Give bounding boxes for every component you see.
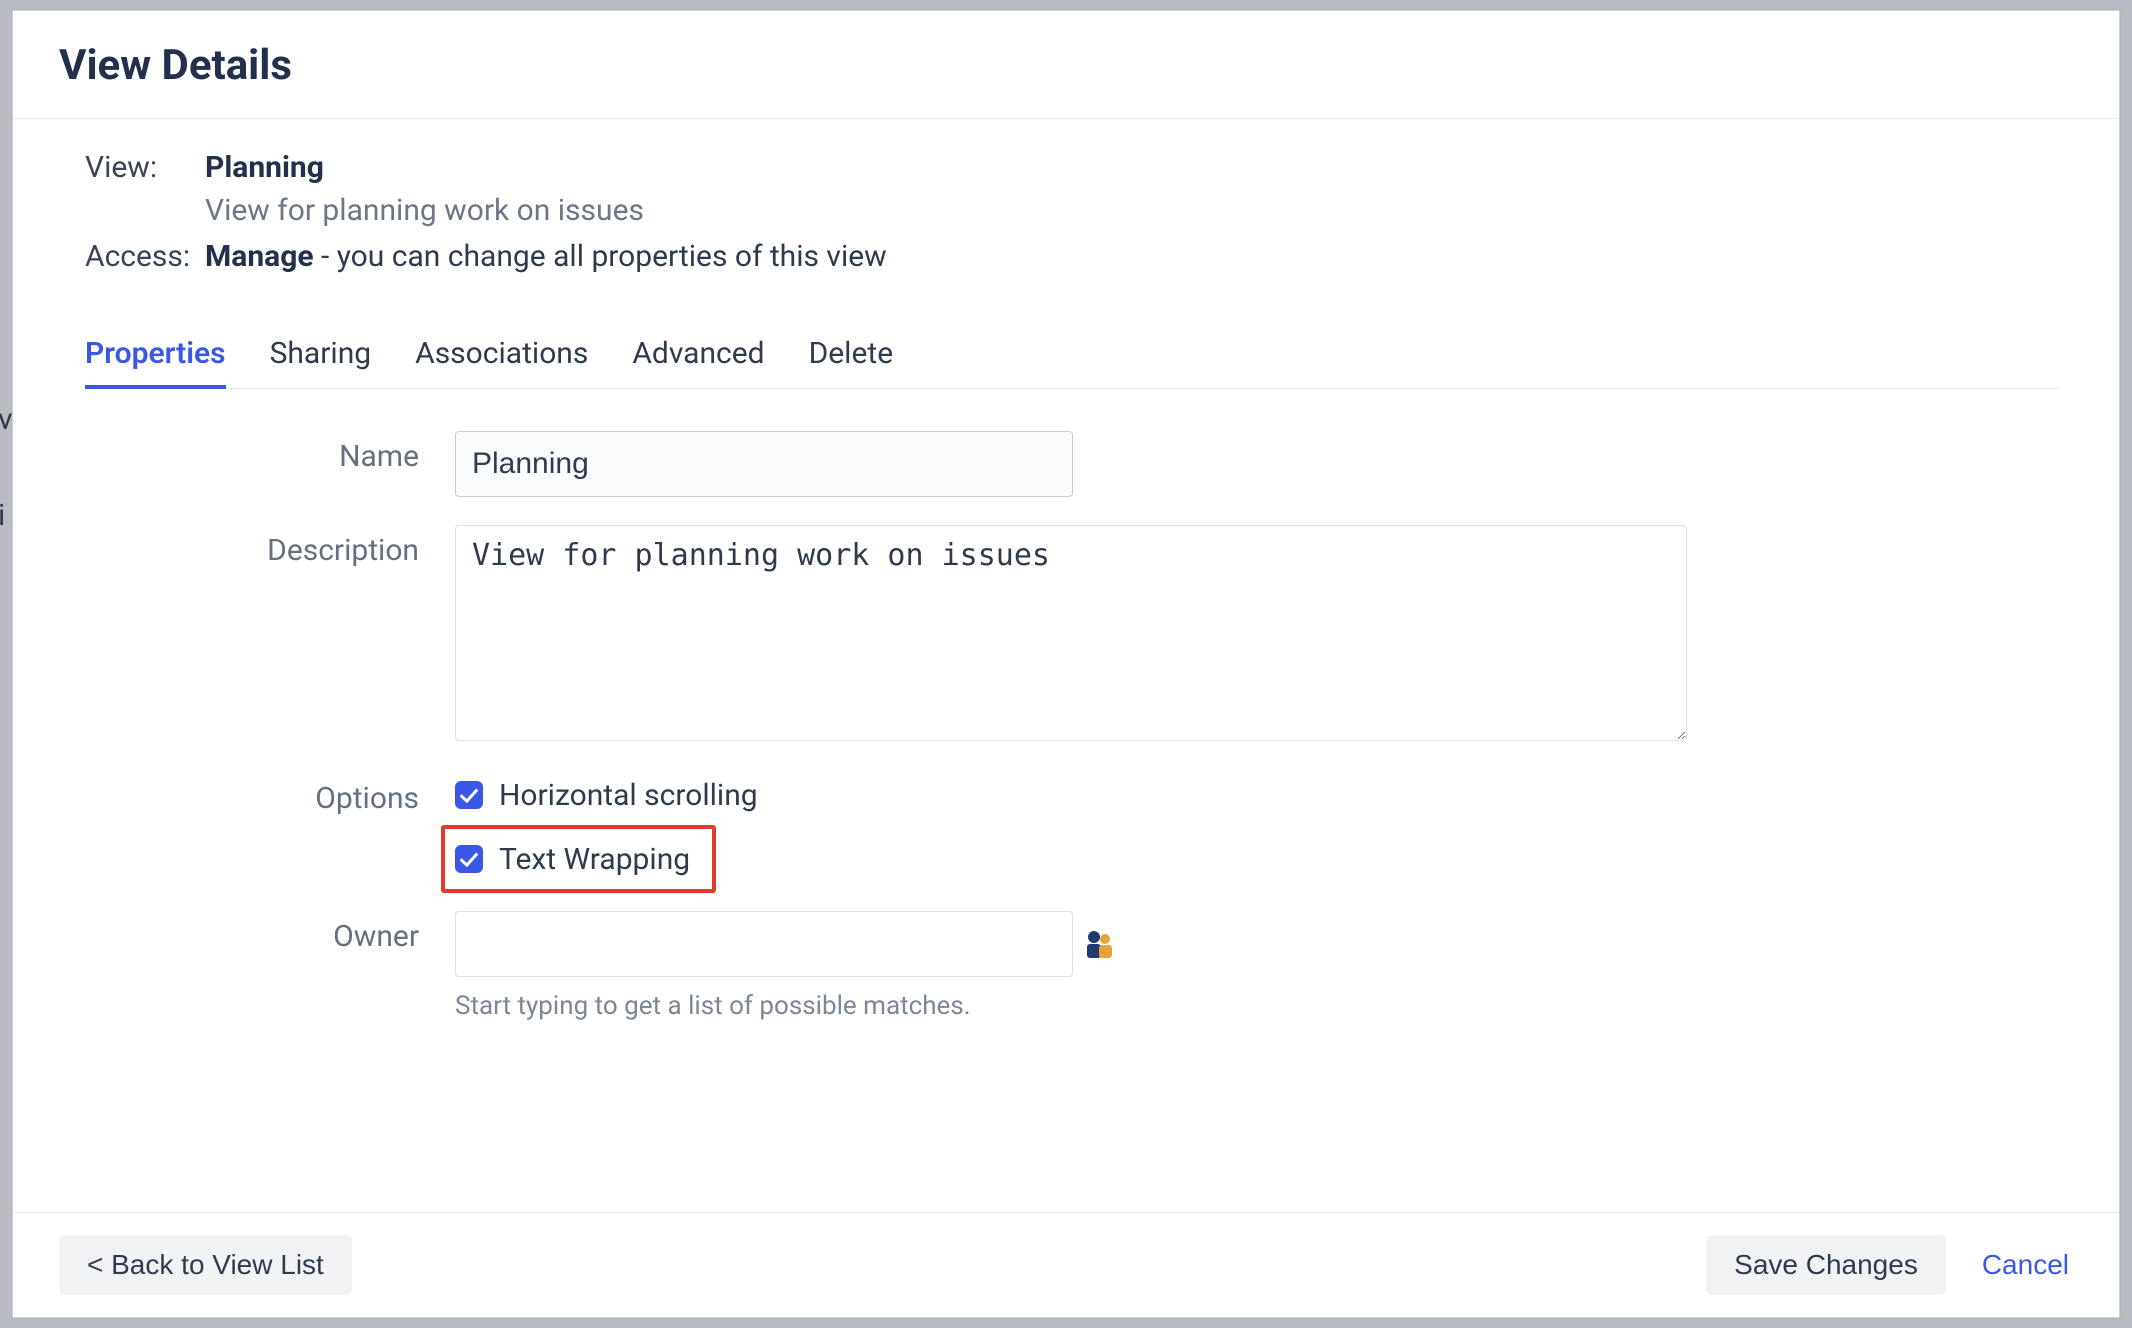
modal-header: View Details xyxy=(13,11,2119,119)
row-name: Name xyxy=(85,431,2059,497)
tabs: Properties Sharing Associations Advanced… xyxy=(85,326,2059,389)
label-description: Description xyxy=(85,525,455,568)
tab-associations[interactable]: Associations xyxy=(415,326,588,389)
modal-body[interactable]: View: Planning View for planning work on… xyxy=(13,119,2119,1212)
meta-access-suffix: - you can change all properties of this … xyxy=(314,239,887,274)
save-changes-button[interactable]: Save Changes xyxy=(1706,1235,1946,1295)
checkbox-label-hscroll: Horizontal scrolling xyxy=(499,778,758,813)
tab-delete[interactable]: Delete xyxy=(809,326,894,389)
name-input[interactable] xyxy=(455,431,1073,497)
meta-access-label: Access: xyxy=(85,236,205,278)
owner-input[interactable] xyxy=(455,911,1073,977)
meta-view-label: View: xyxy=(85,147,205,189)
meta-access-value: Manage xyxy=(205,239,314,274)
label-name: Name xyxy=(85,431,455,474)
meta-access-row: Access: Manage - you can change all prop… xyxy=(85,236,2059,278)
label-owner: Owner xyxy=(85,911,455,954)
checkbox-icon xyxy=(455,845,483,873)
meta-view-name: Planning xyxy=(205,147,324,189)
highlight-text-wrapping: Text Wrapping xyxy=(441,825,716,893)
label-options: Options xyxy=(85,773,455,816)
properties-form: Name Description Options Horizontal scro… xyxy=(85,431,2059,1021)
checkbox-label-textwrap: Text Wrapping xyxy=(499,842,690,877)
owner-hint: Start typing to get a list of possible m… xyxy=(455,991,1113,1021)
row-description: Description xyxy=(85,525,2059,745)
row-owner: Owner Start typing to xyxy=(85,911,2059,1021)
cancel-button[interactable]: Cancel xyxy=(1978,1239,2073,1291)
modal-footer: < Back to View List Save Changes Cancel xyxy=(13,1212,2119,1317)
modal-title: View Details xyxy=(59,41,2073,90)
view-details-modal: View Details View: Planning View for pla… xyxy=(12,10,2120,1318)
tab-properties[interactable]: Properties xyxy=(85,326,226,389)
meta-view-description: View for planning work on issues xyxy=(205,193,2059,228)
tab-advanced[interactable]: Advanced xyxy=(632,326,764,389)
checkbox-horizontal-scrolling[interactable]: Horizontal scrolling xyxy=(455,773,758,817)
people-picker-icon[interactable] xyxy=(1085,928,1113,960)
checkbox-text-wrapping[interactable]: Text Wrapping xyxy=(455,837,690,881)
tab-sharing[interactable]: Sharing xyxy=(270,326,372,389)
row-options: Options Horizontal scrolling Text Wrappi… xyxy=(85,773,2059,893)
meta-view-row: View: Planning xyxy=(85,147,2059,189)
back-to-view-list-button[interactable]: < Back to View List xyxy=(59,1235,352,1295)
description-textarea[interactable] xyxy=(455,525,1687,741)
checkbox-icon xyxy=(455,781,483,809)
